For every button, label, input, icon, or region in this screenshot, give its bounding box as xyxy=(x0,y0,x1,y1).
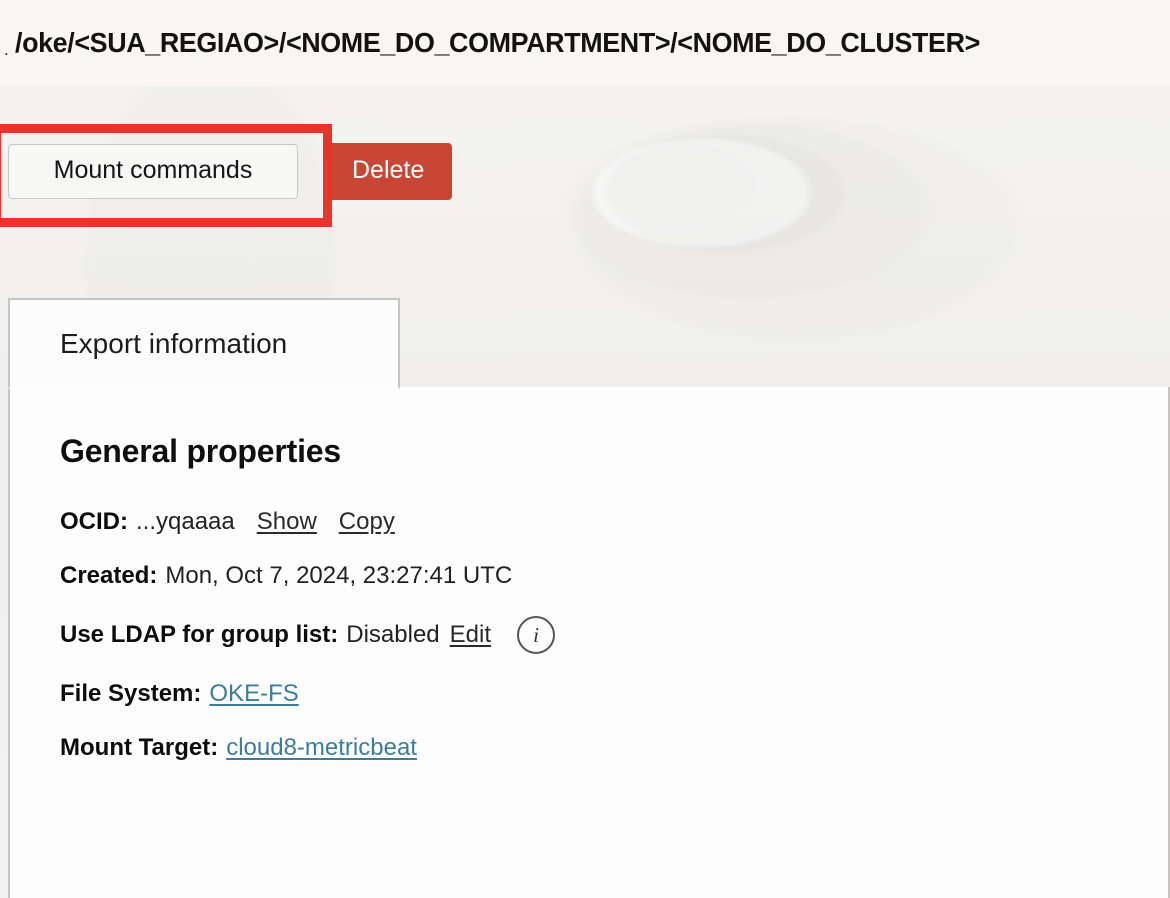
delete-button[interactable]: Delete xyxy=(324,143,453,200)
cluster-path-text: /oke/<SUA_REGIAO>/<NOME_DO_COMPARTMENT>/… xyxy=(14,27,980,58)
created-label: Created: xyxy=(60,562,158,589)
action-button-row: Mount commands Delete xyxy=(8,143,453,200)
content-panel: Export information General properties OC… xyxy=(8,298,1170,898)
ocid-copy-link[interactable]: Copy xyxy=(339,508,395,536)
property-row-mount-target: Mount Target: cloud8-metricbeat xyxy=(60,734,1168,762)
ocid-value: ...yqaaaa xyxy=(136,508,235,535)
path-lead-glyph: . xyxy=(4,39,9,59)
mount-target-label: Mount Target: xyxy=(60,734,219,761)
info-icon[interactable]: i xyxy=(517,616,555,654)
file-system-label: File System: xyxy=(60,680,202,707)
property-row-file-system: File System: OKE-FS xyxy=(60,680,1168,708)
path-bar: . /oke/<SUA_REGIAO>/<NOME_DO_COMPARTMENT… xyxy=(0,0,1170,86)
property-row-use-ldap: Use LDAP for group list: Disabled Edit i xyxy=(60,616,1168,654)
property-row-created: Created: Mon, Oct 7, 2024, 23:27:41 UTC xyxy=(60,562,1168,590)
file-system-link[interactable]: OKE-FS xyxy=(209,680,298,708)
page-title: General properties xyxy=(60,433,341,469)
created-value: Mon, Oct 7, 2024, 23:27:41 UTC xyxy=(165,562,513,589)
mount-target-link[interactable]: cloud8-metricbeat xyxy=(226,734,417,762)
tab-strip: Export information xyxy=(8,298,1170,389)
mount-commands-button[interactable]: Mount commands xyxy=(8,144,298,199)
tab-export-information[interactable]: Export information xyxy=(8,298,400,389)
use-ldap-label: Use LDAP for group list: xyxy=(60,621,339,648)
use-ldap-value: Disabled xyxy=(346,621,440,648)
ocid-label: OCID: xyxy=(60,508,128,535)
tab-label: Export information xyxy=(60,327,288,359)
property-row-ocid: OCID: ...yqaaaa Show Copy xyxy=(60,508,1168,536)
panel-body: General properties OCID: ...yqaaaa Show … xyxy=(8,387,1170,898)
ocid-show-link[interactable]: Show xyxy=(257,508,317,536)
use-ldap-edit-link[interactable]: Edit xyxy=(450,621,491,649)
